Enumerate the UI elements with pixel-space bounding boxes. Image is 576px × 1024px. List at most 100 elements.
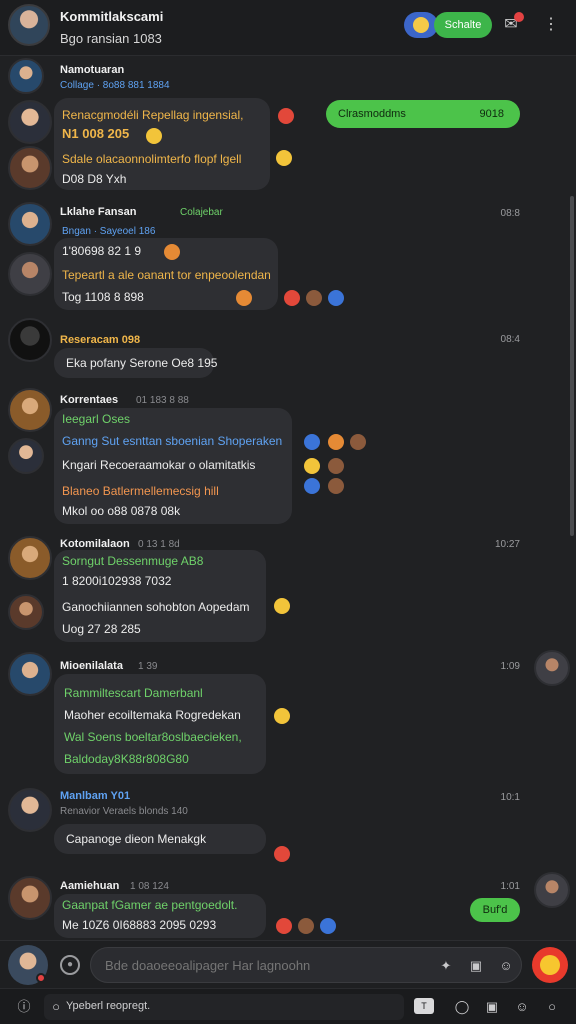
chat-title: Kommitlakscami [60,9,164,24]
chat-subtitle: Bgo ransian 1083 [60,31,162,46]
sender-name: Mioenilalata [60,660,123,672]
sticker-icon[interactable]: ☺ [497,957,515,975]
camera-icon[interactable]: ▣ [482,997,502,1017]
reaction-icon[interactable] [328,478,344,494]
sun-icon [413,17,429,33]
message-text: Capanoge dieon Menakgk [66,832,207,846]
message-text: Tepeartl a ale oanant tor enpeoolendan [62,268,271,282]
avatar[interactable] [8,202,52,246]
message-meta: 0 13 1 8d [138,539,180,550]
reaction-icon[interactable] [274,846,290,862]
outgoing-text: Buf'd [482,904,508,916]
message-time: 1:09 [500,661,520,672]
reaction-icon[interactable] [236,290,252,306]
attach-icon[interactable]: ● [60,955,80,975]
message-text: Baldoday8K88r808G80 [64,752,189,766]
globe-icon[interactable]: ◯ [452,997,472,1017]
reaction-icon[interactable] [298,918,314,934]
sender-name: Lklahe Fansan [60,206,137,218]
notification-badge [514,12,524,22]
message-text: Eka pofany Serone Oe8 195 [66,356,218,370]
search-box[interactable]: ○ Ypeberl reopregt. [44,994,404,1020]
emoji-icon [276,150,292,166]
avatar[interactable] [8,652,52,696]
message-text: Gaanpat fGamer ae pentgoedolt. [62,898,238,912]
reaction-icon[interactable] [306,290,322,306]
message-text: Ganng Sut esnttan sboenian Shoperaken [62,434,283,448]
message-text: Ieegarl Oses [62,412,131,426]
message-text: Me 10Z6 0I68883 2095 0293 [62,918,217,932]
status-dot [36,973,46,983]
sender-name: Aamiehuan [60,880,120,892]
sender-name: Reseracam 098 [60,334,141,346]
message-meta: Renavior Veraels blonds 140 [60,806,188,817]
message-text: Mkol oo o88 0878 08k [62,504,181,518]
reaction-icon[interactable] [328,434,344,450]
emoji-icon [274,708,290,724]
action-button[interactable]: Schalte [434,12,492,38]
format-tag[interactable]: T [414,998,434,1014]
message-meta: 1 08 124 [130,881,169,892]
reaction-icon[interactable] [276,918,292,934]
reaction-icon[interactable] [328,458,344,474]
message-meta: Collage · 8o88 881 1884 [60,80,170,91]
header-avatar[interactable] [8,4,50,46]
reaction-icon[interactable] [328,290,344,306]
emoji-icon [146,128,162,144]
emoji-picker-icon[interactable]: ☺ [512,997,532,1017]
message-meta: Colajebar [180,207,223,218]
avatar[interactable] [8,146,52,190]
message-meta: 1 39 [138,661,158,672]
reaction-icon[interactable] [304,434,320,450]
sender-name: Kotomilalaon [60,538,130,550]
message-text: Tog 1108 8 898 [62,290,144,304]
chat-header: Kommitlakscami Bgo ransian 1083 Schalte … [0,0,576,56]
outgoing-text: Clrasmoddms [338,108,406,120]
reaction-icon[interactable] [284,290,300,306]
avatar[interactable] [8,788,52,832]
avatar[interactable] [8,438,44,474]
reaction-icon[interactable] [320,918,336,934]
image-icon[interactable]: ▣ [467,957,485,975]
message-text: Blaneo Batlermellemecsig hill [62,484,219,498]
avatar[interactable] [8,318,52,362]
avatar[interactable] [8,100,52,144]
avatar[interactable] [534,650,570,686]
avatar[interactable] [8,388,52,432]
reaction-icon[interactable] [304,458,320,474]
send-button[interactable] [532,947,568,983]
message-text: 1 8200i102938 7032 [62,574,172,588]
message-text: Uog 27 28 285 [62,622,141,636]
message-text: Maoher ecoiltemaka Rogredekan [64,708,241,722]
message-text: Sdale olacaonnolimterfo flopf lgell [62,152,242,166]
theme-toggle[interactable] [404,12,438,38]
message-time: 1:01 [500,881,520,892]
message-text: Renacgmodéli Repellag ingensial, [62,108,244,122]
message-field[interactable]: ✦ ▣ ☺ [90,947,522,983]
bottom-toolbar: ⓘ ○ Ypeberl reopregt. T ◯ ▣ ☺ ○ [0,988,576,1024]
brush-icon[interactable]: ✦ [437,957,455,975]
avatar[interactable] [8,58,44,94]
lock-icon[interactable]: ○ [542,997,562,1017]
avatar[interactable] [8,536,52,580]
reaction-icon[interactable] [350,434,366,450]
message-meta: 01 183 8 88 [136,395,189,406]
message-text: Bngan · Sayeoel 186 [62,226,156,237]
outgoing-bubble: Buf'd [470,898,520,922]
reaction-icon[interactable] [304,478,320,494]
message-text: Sorngut Dessenmuge AB8 [62,554,204,568]
outgoing-time: 9018 [479,108,504,120]
scrollbar[interactable] [570,196,574,536]
message-text: Kngari Recoeraamokar o olamitatkis [62,458,256,472]
message-time: 08:8 [500,208,520,219]
reaction-icon[interactable] [278,108,294,124]
message-input[interactable] [105,948,425,982]
avatar[interactable] [8,594,44,630]
avatar[interactable] [534,872,570,908]
message-time: 10:1 [500,792,520,803]
more-options-icon[interactable]: ⋮ [540,14,562,36]
message-list[interactable]: Namotuaran Collage · 8o88 881 1884 Renac… [0,56,576,940]
info-icon[interactable]: ⓘ [14,997,34,1017]
avatar[interactable] [8,252,52,296]
avatar[interactable] [8,876,52,920]
